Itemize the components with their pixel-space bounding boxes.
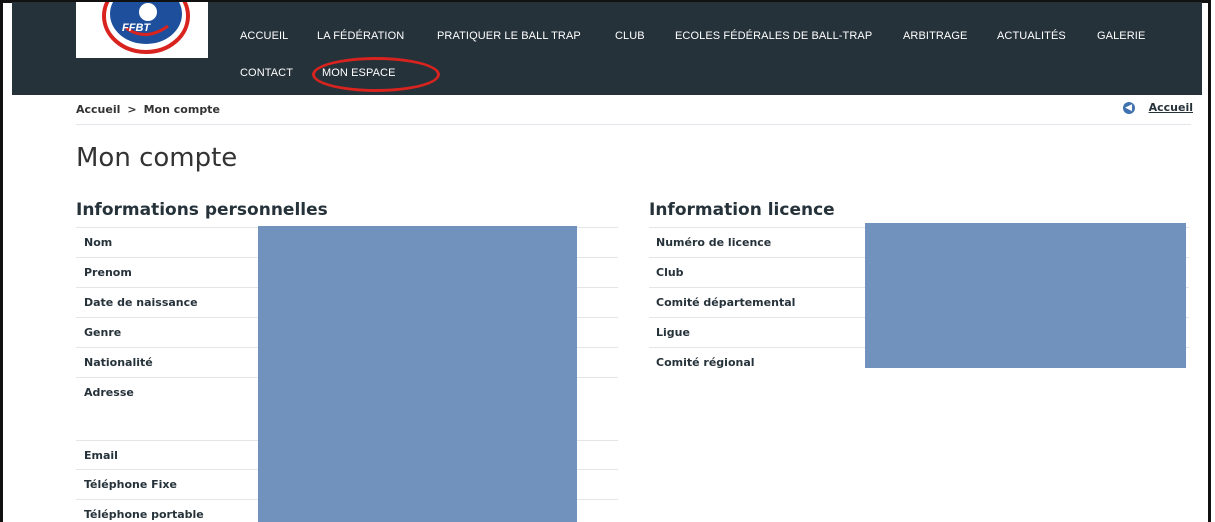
nav-galerie[interactable]: GALERIE: [1097, 30, 1145, 42]
back-home-link[interactable]: ◀ Accueil: [1122, 101, 1193, 114]
breadcrumb-current: Mon compte: [143, 103, 220, 116]
field-label-prenom: Prenom: [84, 266, 132, 279]
field-label-comite-regional: Comité régional: [656, 356, 755, 369]
nav-actualites[interactable]: ACTUALITÉS: [997, 30, 1066, 42]
field-label-numero-licence: Numéro de licence: [656, 236, 772, 249]
nav-arbitrage[interactable]: ARBITRAGE: [903, 30, 967, 42]
nav-la-federation[interactable]: LA FÉDÉRATION: [317, 30, 404, 42]
field-label-adresse: Adresse: [84, 386, 134, 399]
nav-club[interactable]: CLUB: [615, 30, 645, 42]
nav-accueil[interactable]: ACCUEIL: [240, 30, 288, 42]
page-title: Mon compte: [76, 143, 238, 173]
licence-info-title: Information licence: [649, 200, 835, 220]
field-label-nationalite: Nationalité: [84, 356, 153, 369]
field-label-telephone-fixe: Téléphone Fixe: [84, 478, 177, 491]
redacted-licence-values: [865, 223, 1186, 368]
breadcrumb-separator: >: [127, 103, 137, 116]
field-label-comite-departemental: Comité départemental: [656, 296, 796, 309]
field-label-telephone-portable: Téléphone portable: [84, 508, 204, 521]
field-label-email: Email: [84, 449, 118, 462]
nav-pratiquer-ball-trap[interactable]: PRATIQUER LE BALL TRAP: [437, 30, 581, 42]
nav-ecoles-federales[interactable]: ECOLES FÉDÉRALES DE BALL-TRAP: [675, 30, 872, 42]
field-label-date-naissance: Date de naissance: [84, 296, 198, 309]
personal-info-title: Informations personnelles: [76, 200, 328, 220]
breadcrumb-home[interactable]: Accueil: [76, 103, 120, 116]
redacted-personal-values: [258, 226, 577, 522]
ffbt-logo[interactable]: FFBT: [76, 2, 208, 58]
field-label-genre: Genre: [84, 326, 122, 339]
logo-text: FFBT: [122, 22, 151, 34]
field-label-club: Club: [656, 266, 684, 279]
nav-mon-espace[interactable]: MON ESPACE: [322, 67, 396, 79]
arrow-left-circle-icon: ◀: [1122, 101, 1135, 114]
back-home-label: Accueil: [1148, 101, 1193, 114]
field-label-nom: Nom: [84, 236, 113, 249]
breadcrumb-divider: [76, 124, 1191, 125]
nav-contact[interactable]: CONTACT: [240, 67, 293, 79]
field-label-ligue: Ligue: [656, 326, 690, 339]
site-header: FFBT ACCUEIL LA FÉDÉRATION PRATIQUER LE …: [12, 2, 1202, 95]
breadcrumb: Accueil > Mon compte: [76, 103, 220, 116]
